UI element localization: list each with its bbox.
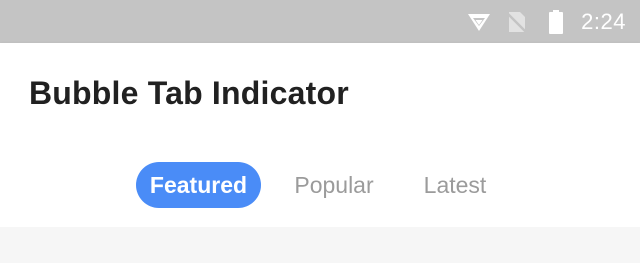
app-bar: Bubble Tab Indicator Featured Popular La…: [0, 43, 640, 227]
page-title: Bubble Tab Indicator: [29, 75, 349, 111]
tab-latest[interactable]: Latest: [410, 162, 500, 208]
no-sim-icon: [507, 11, 528, 33]
tab-popular[interactable]: Popular: [282, 162, 386, 208]
tab-label: Popular: [294, 171, 374, 198]
status-time: 2:24: [581, 8, 626, 34]
content-area: [0, 227, 640, 263]
tab-label: Latest: [423, 171, 487, 198]
tab-featured[interactable]: Featured: [136, 162, 261, 208]
status-icons: 2:24: [467, 9, 626, 35]
tab-label: Featured: [149, 171, 248, 198]
status-bar: 2:24: [0, 0, 640, 43]
wifi-icon: [467, 12, 491, 32]
battery-icon: [549, 9, 564, 34]
tab-bar: Featured Popular Latest: [0, 162, 640, 208]
